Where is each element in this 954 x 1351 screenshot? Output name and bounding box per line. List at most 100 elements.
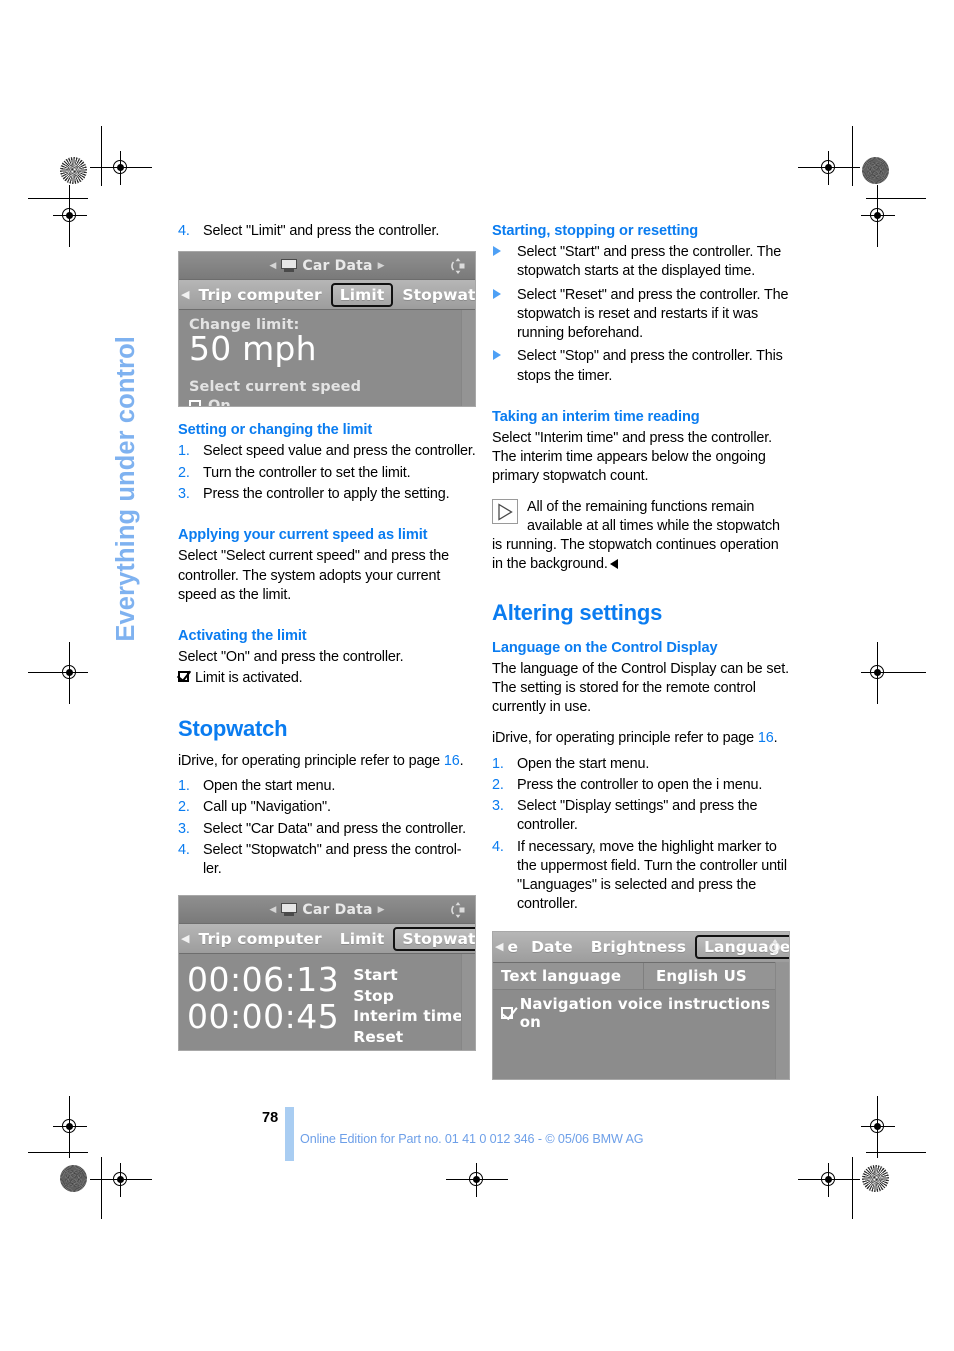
bullet-text: Select "Stop" and press the controller. … bbox=[517, 348, 783, 384]
step-number: 2. bbox=[178, 464, 190, 481]
list-item: 2. Call up "Navigation". bbox=[178, 798, 476, 817]
screenshot-limit: ◀ Car Data ▶ ◀ Trip computer Limit Stopw… bbox=[178, 251, 476, 408]
checkbox-icon[interactable] bbox=[189, 399, 201, 407]
list-item: Select "Reset" and press the controller.… bbox=[492, 286, 790, 344]
navigation-voice-label: Navigation voice instructions on bbox=[519, 994, 771, 1031]
heading-language-control-display: Language on the Control Display bbox=[492, 639, 718, 656]
tab-date[interactable]: Date bbox=[522, 938, 582, 956]
scroll-indicator-icon bbox=[448, 256, 468, 276]
bullet-triangle-icon bbox=[493, 350, 501, 361]
menu-item-reset[interactable]: Reset bbox=[353, 1027, 463, 1048]
step-number: 4. bbox=[178, 223, 190, 239]
registration-mark-right-upper bbox=[861, 185, 895, 247]
tab-prev-arrow-icon[interactable]: ◀ bbox=[495, 940, 503, 953]
registration-mark-left-bottom bbox=[53, 1096, 87, 1158]
limit-value[interactable]: 50 mph bbox=[189, 332, 465, 367]
step-text: Select "Limit" and press the controller. bbox=[203, 223, 440, 239]
monitor-icon bbox=[281, 903, 298, 917]
stopwatch-menu: Start Stop Interim time Reset bbox=[353, 962, 463, 1047]
trim-line-right-top-h bbox=[866, 198, 926, 200]
tab-trip-computer[interactable]: Trip computer bbox=[189, 286, 330, 304]
step-number: 4. bbox=[492, 838, 504, 855]
page-number-accent-bar bbox=[285, 1107, 294, 1161]
chapter-running-head-label: Everything under control bbox=[112, 336, 141, 642]
tab-prev-arrow-icon[interactable]: ◀ bbox=[181, 932, 189, 945]
step-number: 3. bbox=[178, 820, 190, 837]
interim-time-text: Select "Interim time" and press the cont… bbox=[492, 430, 772, 485]
scroll-indicator-icon bbox=[448, 900, 468, 920]
registration-mark-left-upper bbox=[53, 185, 87, 247]
screen-content: Change limit: 50 mph Select current spee… bbox=[179, 310, 475, 407]
screen-title: Car Data bbox=[302, 257, 373, 274]
menu-item-start[interactable]: Start bbox=[353, 965, 463, 986]
tab-stopwatch[interactable]: Stopwatch bbox=[393, 286, 475, 304]
step-number: 1. bbox=[178, 443, 190, 460]
step-number: 4. bbox=[178, 841, 190, 858]
registration-mark-bottom-right-a bbox=[798, 1163, 860, 1197]
text-language-row[interactable]: Text language English US bbox=[493, 962, 789, 990]
stopwatch-interim-time: 00:00:45 bbox=[187, 997, 340, 1037]
menu-item-interim-time[interactable]: Interim time bbox=[353, 1006, 463, 1027]
tab-stopwatch[interactable]: Stopwatch bbox=[393, 926, 475, 951]
checkbox-icon[interactable] bbox=[501, 1006, 513, 1019]
heading-applying-speed: Applying your current speed as limit bbox=[178, 527, 428, 544]
step-number: 3. bbox=[178, 485, 190, 502]
list-item: 2. Press the controller to open the i me… bbox=[492, 776, 790, 795]
limit-on-label: On bbox=[208, 397, 231, 408]
language-idrive-intro: iDrive, for operating principle refer to… bbox=[492, 729, 790, 748]
list-item: 3. Select "Display settings" and press t… bbox=[492, 797, 790, 835]
screen-titlebar: ◀ Car Data ▶ bbox=[179, 896, 475, 925]
language-intro-pre: iDrive, for operating principle refer to… bbox=[492, 729, 758, 746]
step-text: Open the start menu. bbox=[517, 755, 650, 772]
checkmark-icon bbox=[176, 667, 192, 683]
step-number: 1. bbox=[178, 778, 190, 795]
registration-mark-bottom-left-a bbox=[90, 1163, 152, 1197]
heading-starting-stopping: Starting, stopping or resetting bbox=[492, 223, 699, 239]
page-reference-link[interactable]: 16 bbox=[758, 730, 774, 746]
setting-limit-steps: 1. Select speed value and press the cont… bbox=[178, 442, 476, 504]
trim-line-top-right-v bbox=[852, 126, 854, 186]
trim-line-bottom-right-h bbox=[866, 1152, 926, 1154]
halftone-circle-top-right bbox=[862, 157, 889, 184]
title-right-arrow-icon: ▶ bbox=[377, 260, 385, 271]
text-language-value[interactable]: English US bbox=[643, 962, 789, 989]
tab-limit[interactable]: Limit bbox=[331, 930, 394, 948]
list-item: 1. Select speed value and press the cont… bbox=[178, 442, 476, 461]
step-text: If necessary, move the highlight marker … bbox=[517, 838, 787, 913]
step-number: 1. bbox=[492, 755, 504, 772]
tab-partial-previous[interactable]: e bbox=[503, 938, 522, 956]
activating-limit-result: Limit is activated. bbox=[195, 670, 303, 687]
stopwatch-intro-pre: iDrive, for operating principle refer to… bbox=[178, 752, 444, 769]
footer-copyright: Online Edition for Part no. 01 41 0 012 … bbox=[300, 1132, 644, 1146]
screen-titlebar: ◀ Car Data ▶ bbox=[179, 252, 475, 281]
limit-on-row[interactable]: On bbox=[189, 398, 465, 407]
chapter-running-head: Everything under control bbox=[104, 222, 150, 642]
list-item: 4. Select "Limit" and press the controll… bbox=[178, 222, 476, 241]
stopwatch-times: 00:06:13 00:00:45 bbox=[181, 961, 340, 1037]
starting-bullet-list: Select "Start" and press the controller.… bbox=[492, 243, 790, 386]
tab-trip-computer[interactable]: Trip computer bbox=[189, 930, 330, 948]
tab-limit[interactable]: Limit bbox=[330, 282, 394, 307]
navigation-voice-row[interactable]: Navigation voice instructions on bbox=[493, 990, 789, 1031]
screenshot-stopwatch: ◀ Car Data ▶ ◀ Trip computer Limit Stopw… bbox=[178, 895, 476, 1052]
screen-content: 00:06:13 00:00:45 Start Stop Interim tim… bbox=[179, 954, 475, 1051]
menu-item-stop[interactable]: Stop bbox=[353, 986, 463, 1007]
tab-prev-arrow-icon[interactable]: ◀ bbox=[181, 288, 189, 301]
trim-line-bottom-right-v bbox=[852, 1157, 854, 1219]
step-number: 3. bbox=[492, 798, 504, 815]
title-left-arrow-icon: ◀ bbox=[269, 904, 277, 915]
screen-tabbar: ◀ e Date Brightness Languages ▶ bbox=[493, 931, 789, 963]
halftone-circle-top-left bbox=[60, 157, 87, 184]
language-description: The language of the Control Display can … bbox=[492, 660, 789, 716]
list-item: 2. Turn the controller to set the limit. bbox=[178, 464, 476, 483]
page-reference-link[interactable]: 16 bbox=[444, 753, 460, 769]
page-number: 78 bbox=[262, 1110, 279, 1126]
activating-limit-text: Select "On" and press the controller. bbox=[178, 649, 404, 666]
select-current-speed-option[interactable]: Select current speed bbox=[189, 379, 465, 395]
tab-brightness[interactable]: Brightness bbox=[582, 938, 695, 956]
activating-limit-result-row: Limit is activated. bbox=[176, 667, 476, 688]
heading-activating-limit: Activating the limit bbox=[178, 628, 307, 644]
step-text: Select speed value and press the control… bbox=[203, 443, 476, 460]
list-item: 4. Select "Stopwatch" and press the cont… bbox=[178, 841, 476, 879]
note-play-icon bbox=[492, 498, 518, 524]
